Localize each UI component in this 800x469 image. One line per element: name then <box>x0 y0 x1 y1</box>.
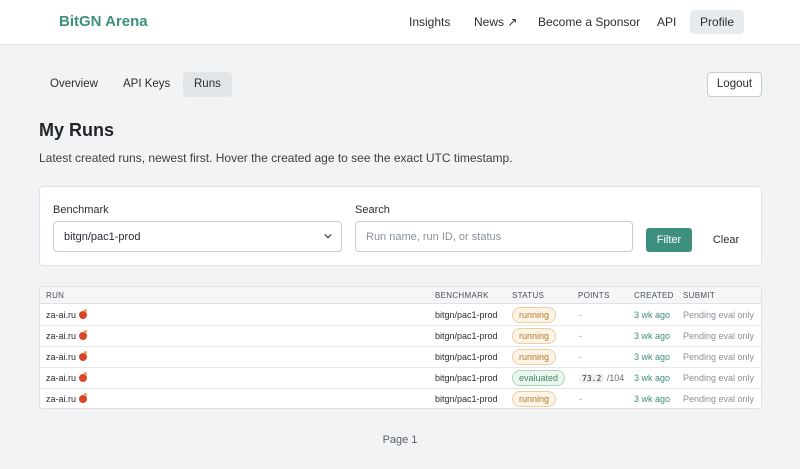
top-navbar: BitGN Arena Insights News ↗ Become a Spo… <box>0 0 800 45</box>
nav-news[interactable]: News ↗ <box>474 10 517 34</box>
column-header-created: CREATED <box>634 291 674 300</box>
status-badge: evaluated <box>512 370 566 386</box>
submit-status: Pending eval only <box>683 394 755 404</box>
run-name-cell[interactable]: za-ai.ru <box>46 351 88 362</box>
tab-overview[interactable]: Overview <box>50 72 98 97</box>
page-title: My Runs <box>39 120 115 140</box>
status-badge: running <box>512 328 557 344</box>
created-age[interactable]: 3 wk ago <box>634 352 670 362</box>
column-header-points: POINTS <box>578 291 610 300</box>
run-emoji-icon <box>79 372 88 382</box>
column-header-status: STATUS <box>512 291 545 300</box>
run-name-cell[interactable]: za-ai.ru <box>46 372 88 383</box>
created-age[interactable]: 3 wk ago <box>634 373 670 383</box>
status-badge: running <box>512 391 557 407</box>
run-name[interactable]: za-ai.ru <box>46 352 76 362</box>
nav-become-sponsor[interactable]: Become a Sponsor <box>538 10 640 34</box>
status-badge: running <box>512 349 557 365</box>
points-cell: - <box>579 352 582 362</box>
status-badge: running <box>512 307 557 323</box>
points-value: 73.2 <box>579 374 605 383</box>
points-max: /104 <box>606 373 625 383</box>
chevron-down-icon <box>324 233 332 239</box>
table-row[interactable]: za-ai.ru bitgn/pac1-prod running - 3 wk … <box>40 326 761 347</box>
run-emoji-icon <box>79 330 88 340</box>
submit-status: Pending eval only <box>683 352 755 362</box>
run-emoji-icon <box>79 393 88 403</box>
table-row[interactable]: za-ai.ru bitgn/pac1-prod evaluated 73.2 … <box>40 368 761 389</box>
run-name-cell[interactable]: za-ai.ru <box>46 309 88 320</box>
filter-panel: Benchmark bitgn/pac1-prod Search Filter … <box>39 186 762 266</box>
points-cell: - <box>579 331 582 341</box>
run-name[interactable]: za-ai.ru <box>46 373 76 383</box>
pagination-label: Page 1 <box>382 434 418 446</box>
benchmark-cell: bitgn/pac1-prod <box>435 394 498 404</box>
nav-profile[interactable]: Profile <box>690 10 745 34</box>
column-header-benchmark: BENCHMARK <box>435 291 489 300</box>
run-name-cell[interactable]: za-ai.ru <box>46 393 88 404</box>
benchmark-cell: bitgn/pac1-prod <box>435 373 498 383</box>
tab-api-keys[interactable]: API Keys <box>123 72 170 97</box>
filter-button[interactable]: Filter <box>646 228 692 252</box>
table-row[interactable]: za-ai.ru bitgn/pac1-prod running - 3 wk … <box>40 305 761 326</box>
submit-status: Pending eval only <box>683 373 755 383</box>
clear-button[interactable]: Clear <box>705 228 747 252</box>
run-name-cell[interactable]: za-ai.ru <box>46 330 88 341</box>
page-subtitle: Latest created runs, newest first. Hover… <box>39 151 513 165</box>
created-age[interactable]: 3 wk ago <box>634 394 670 404</box>
points-cell: - <box>579 310 582 320</box>
submit-status: Pending eval only <box>683 331 755 341</box>
points-cell: 73.2 /104 <box>579 373 624 383</box>
benchmark-cell: bitgn/pac1-prod <box>435 352 498 362</box>
table-row[interactable]: za-ai.ru bitgn/pac1-prod running - 3 wk … <box>40 389 761 408</box>
nav-api[interactable]: API <box>657 10 676 34</box>
submit-status: Pending eval only <box>683 310 755 320</box>
created-age[interactable]: 3 wk ago <box>634 310 670 320</box>
runs-table: RUN BENCHMARK STATUS POINTS CREATED SUBM… <box>39 286 762 409</box>
table-header: RUN BENCHMARK STATUS POINTS CREATED SUBM… <box>40 287 761 304</box>
created-age[interactable]: 3 wk ago <box>634 331 670 341</box>
run-name[interactable]: za-ai.ru <box>46 331 76 341</box>
benchmark-cell: bitgn/pac1-prod <box>435 310 498 320</box>
logout-button[interactable]: Logout <box>707 72 762 97</box>
benchmark-label: Benchmark <box>53 204 109 216</box>
run-emoji-icon <box>79 351 88 361</box>
tab-runs[interactable]: Runs <box>183 72 232 97</box>
column-header-run: RUN <box>46 291 65 300</box>
run-emoji-icon <box>79 309 88 319</box>
brand-logo[interactable]: BitGN Arena <box>59 13 148 30</box>
run-name[interactable]: za-ai.ru <box>46 310 76 320</box>
column-header-submit: SUBMIT <box>683 291 716 300</box>
nav-insights[interactable]: Insights <box>409 10 450 34</box>
search-label: Search <box>355 204 390 216</box>
benchmark-cell: bitgn/pac1-prod <box>435 331 498 341</box>
benchmark-select[interactable]: bitgn/pac1-prod <box>53 221 342 252</box>
points-cell: - <box>579 394 582 404</box>
benchmark-select-value: bitgn/pac1-prod <box>64 231 141 243</box>
run-name[interactable]: za-ai.ru <box>46 394 76 404</box>
table-row[interactable]: za-ai.ru bitgn/pac1-prod running - 3 wk … <box>40 347 761 368</box>
search-input[interactable] <box>355 221 633 252</box>
